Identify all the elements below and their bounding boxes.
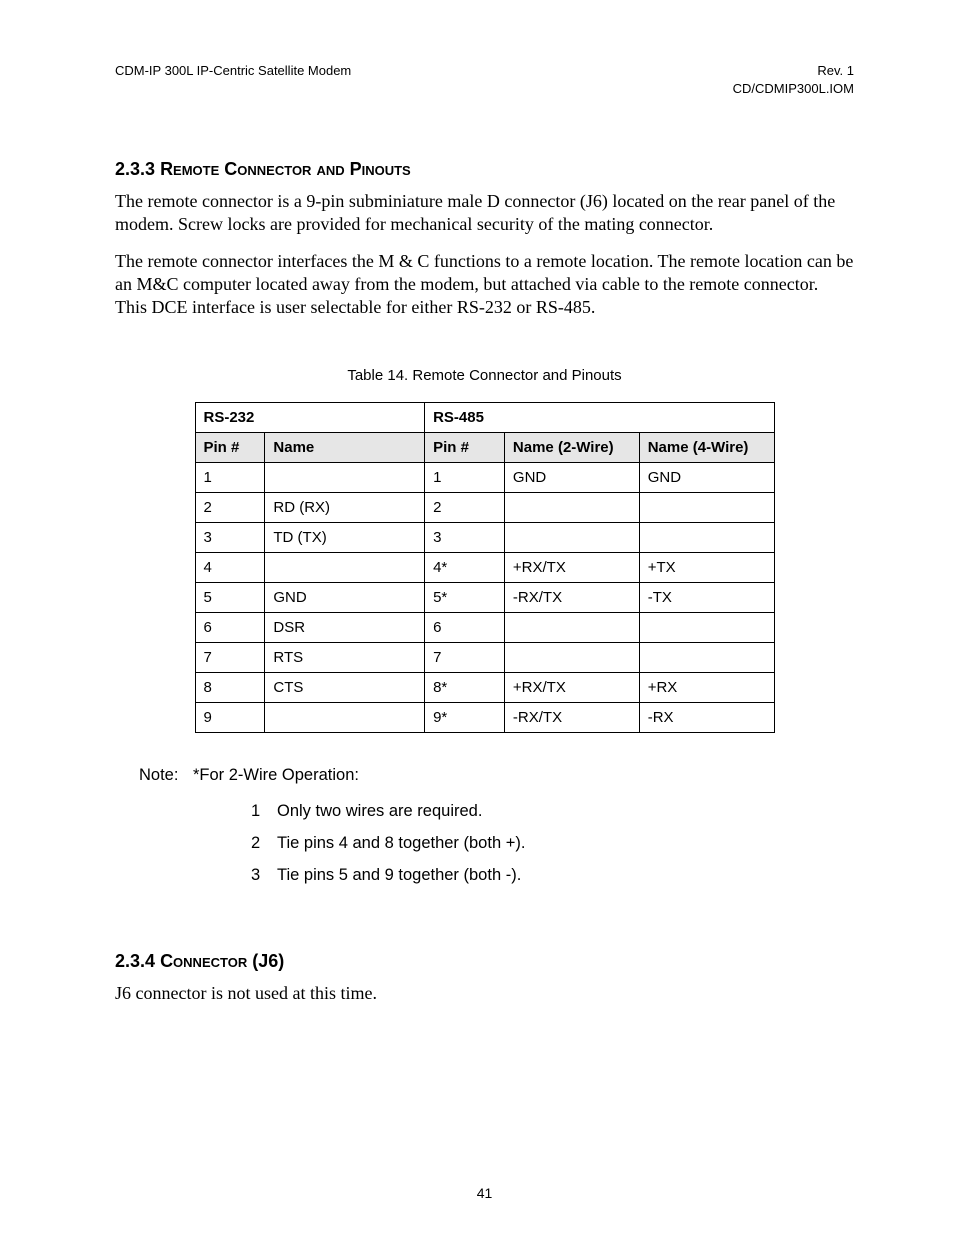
table-cell [265,463,425,493]
note-item: 1Only two wires are required. [251,797,854,825]
table-cell: -RX/TX [504,703,639,733]
table-cell: 1 [195,463,265,493]
table-row: 3TD (TX)3 [195,523,774,553]
table-cell: -TX [639,583,774,613]
th-pin485: Pin # [425,433,505,463]
th-pin232: Pin # [195,433,265,463]
table-cell: TD (TX) [265,523,425,553]
section-233-p2: The remote connector interfaces the M & … [115,250,854,319]
table-cell: -RX/TX [504,583,639,613]
table-cell: +TX [639,553,774,583]
table-group-row: RS-232 RS-485 [195,403,774,433]
table-cell: GND [504,463,639,493]
table-row: 5GND5*-RX/TX-TX [195,583,774,613]
table-cell: 3 [195,523,265,553]
table-row: 2RD (RX)2 [195,493,774,523]
th-name4w: Name (4-Wire) [639,433,774,463]
page-number: 41 [115,1185,854,1201]
table-cell [504,523,639,553]
table-cell [639,643,774,673]
table-cell: 3 [425,523,505,553]
table-cell: 5* [425,583,505,613]
table-cell: CTS [265,673,425,703]
table-cell [639,523,774,553]
note-text: Tie pins 4 and 8 together (both +). [277,829,525,857]
section-234: 2.3.4 Connector (J6) J6 connector is not… [115,951,854,1005]
note-item: 2Tie pins 4 and 8 together (both +). [251,829,854,857]
section-233-p1: The remote connector is a 9-pin subminia… [115,190,854,236]
table-cell: GND [639,463,774,493]
table-cell: 4 [195,553,265,583]
table-cell: RD (RX) [265,493,425,523]
table-cell: 4* [425,553,505,583]
table-cell: 8* [425,673,505,703]
table-cell: +RX/TX [504,553,639,583]
note-label: Note: [139,761,193,789]
table-cell: 9* [425,703,505,733]
table-cell: -RX [639,703,774,733]
table-cell [504,613,639,643]
note-num: 1 [251,797,277,825]
table-cell [504,493,639,523]
table-cell: 2 [195,493,265,523]
table-row: 6DSR6 [195,613,774,643]
table-cell: +RX/TX [504,673,639,703]
group-rs232: RS-232 [195,403,425,433]
table-caption: Table 14. Remote Connector and Pinouts [115,367,854,384]
note-text: Tie pins 5 and 9 together (both -). [277,861,521,889]
table-row: 4 4*+RX/TX+TX [195,553,774,583]
table-row: 9 9*-RX/TX-RX [195,703,774,733]
table-row: 8CTS8*+RX/TX+RX [195,673,774,703]
note-lead-line: Note: *For 2-Wire Operation: [139,761,854,789]
table-cell: 1 [425,463,505,493]
table-body: 11GNDGND2RD (RX)23TD (TX)344*+RX/TX+TX5G… [195,463,774,733]
table-row: 7RTS7 [195,643,774,673]
table-cell: 2 [425,493,505,523]
table-cell: +RX [639,673,774,703]
section-number: 2.3.4 [115,951,155,971]
table-cell: 7 [195,643,265,673]
section-234-p1: J6 connector is not used at this time. [115,982,854,1005]
note-list: 1Only two wires are required. 2Tie pins … [251,797,854,889]
note-lead: *For 2-Wire Operation: [193,761,359,789]
table-header-row: Pin # Name Pin # Name (2-Wire) Name (4-W… [195,433,774,463]
page: CDM-IP 300L IP-Centric Satellite Modem R… [0,0,954,1241]
table-cell: RTS [265,643,425,673]
section-number: 2.3.3 [115,159,155,179]
page-header: CDM-IP 300L IP-Centric Satellite Modem R… [115,62,854,97]
table-cell: 5 [195,583,265,613]
note-item: 3Tie pins 5 and 9 together (both -). [251,861,854,889]
table-cell [639,613,774,643]
note-text: Only two wires are required. [277,797,482,825]
section-234-heading: 2.3.4 Connector (J6) [115,951,854,972]
notes-block: Note: *For 2-Wire Operation: 1Only two w… [139,761,854,889]
table-cell: DSR [265,613,425,643]
table-cell: 9 [195,703,265,733]
header-rev: Rev. 1 [733,62,854,80]
th-name232: Name [265,433,425,463]
pinout-table: RS-232 RS-485 Pin # Name Pin # Name (2-W… [195,402,775,733]
table-cell: 6 [425,613,505,643]
table-cell [265,553,425,583]
section-title: Connector (J6) [160,951,284,971]
th-name2w: Name (2-Wire) [504,433,639,463]
table-cell: GND [265,583,425,613]
table-cell: 8 [195,673,265,703]
table-cell: 6 [195,613,265,643]
note-num: 3 [251,861,277,889]
table-cell [504,643,639,673]
table-cell: 7 [425,643,505,673]
note-num: 2 [251,829,277,857]
table-row: 11GNDGND [195,463,774,493]
section-title: Remote Connector and Pinouts [160,159,411,179]
table-cell [265,703,425,733]
header-doc: CD/CDMIP300L.IOM [733,80,854,98]
group-rs485: RS-485 [425,403,774,433]
section-233-heading: 2.3.3 Remote Connector and Pinouts [115,159,854,180]
table-cell [639,493,774,523]
header-right: Rev. 1 CD/CDMIP300L.IOM [733,62,854,97]
header-left: CDM-IP 300L IP-Centric Satellite Modem [115,62,351,97]
